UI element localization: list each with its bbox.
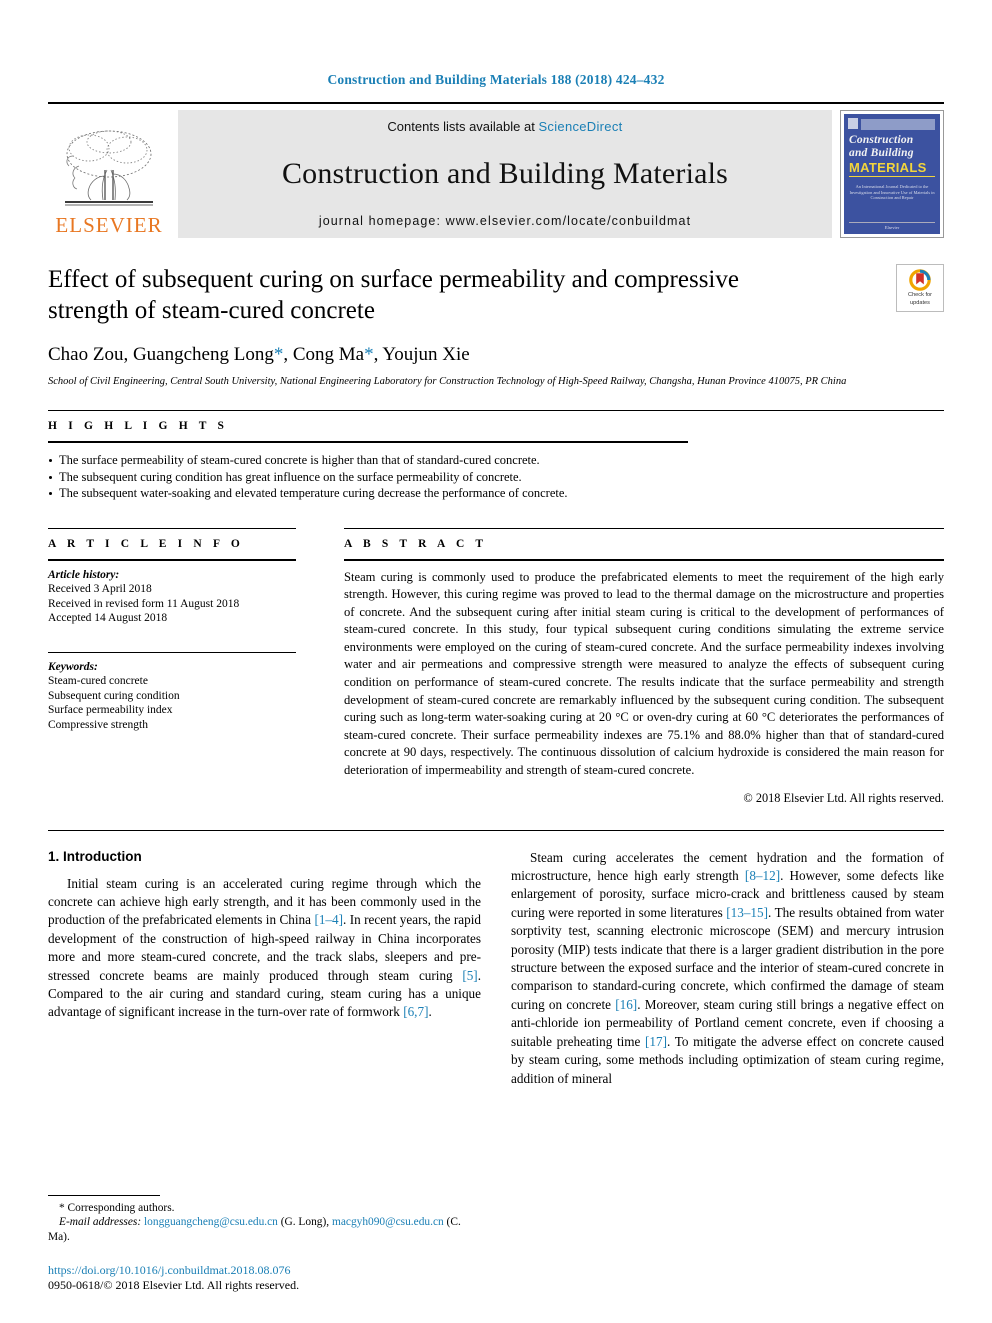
keywords-label: Keywords: bbox=[48, 660, 98, 673]
citation-ref[interactable]: [8–12] bbox=[745, 868, 780, 883]
article-info-column: A R T I C L E I N F O Article history: R… bbox=[48, 527, 296, 806]
cover-elsevier-mark-icon bbox=[848, 118, 858, 129]
body-column-left: 1. Introduction Initial steam curing is … bbox=[48, 849, 481, 1088]
journal-masthead: ELSEVIER Contents lists available at Sci… bbox=[48, 102, 944, 238]
citation-ref[interactable]: [17] bbox=[645, 1034, 667, 1049]
crossmark-icon bbox=[909, 269, 931, 291]
running-head: Construction and Building Materials 188 … bbox=[327, 72, 665, 87]
title-block: Effect of subsequent curing on surface p… bbox=[48, 264, 944, 388]
abstract-heading-rule bbox=[344, 558, 944, 561]
elsevier-logo: ELSEVIER bbox=[48, 110, 170, 238]
citation-ref[interactable]: [1–4] bbox=[314, 912, 343, 927]
footnote-block: * Corresponding authors. E-mail addresse… bbox=[48, 1194, 481, 1294]
corresponding-marker-1[interactable]: * bbox=[274, 344, 284, 365]
body-top-rule bbox=[48, 829, 944, 831]
abstract-top-rule bbox=[344, 527, 944, 529]
journal-homepage-line[interactable]: journal homepage: www.elsevier.com/locat… bbox=[319, 214, 691, 228]
abstract-text: Steam curing is commonly used to produce… bbox=[344, 569, 944, 778]
journal-band: Contents lists available at ScienceDirec… bbox=[178, 110, 832, 238]
footnote-rule bbox=[48, 1194, 160, 1196]
citation-ref[interactable]: [13–15] bbox=[726, 905, 768, 920]
citation-ref[interactable]: [6,7] bbox=[403, 1004, 428, 1019]
cover-title-line-3: MATERIALS bbox=[849, 160, 935, 177]
contents-prefix: Contents lists available at bbox=[387, 119, 539, 134]
crossmark-label-line1: Check for bbox=[908, 292, 932, 298]
sciencedirect-link[interactable]: ScienceDirect bbox=[538, 119, 622, 134]
email-owner-1: (G. Long), bbox=[277, 1216, 332, 1228]
journal-cover-thumbnail[interactable]: Construction and Building MATERIALS An I… bbox=[840, 110, 944, 238]
article-history-item: Received in revised form 11 August 2018 bbox=[48, 597, 240, 610]
highlights-list: The surface permeability of steam-cured … bbox=[48, 452, 944, 502]
author-list: Chao Zou, Guangcheng Long*, Cong Ma*, Yo… bbox=[48, 344, 944, 366]
article-history-block: Article history: Received 3 April 2018 R… bbox=[48, 568, 296, 626]
doi-link[interactable]: https://doi.org/10.1016/j.conbuildmat.20… bbox=[48, 1263, 481, 1278]
info-abstract-section: A R T I C L E I N F O Article history: R… bbox=[48, 527, 944, 806]
keyword-item: Steam-cured concrete bbox=[48, 675, 148, 687]
email-link-2[interactable]: macgyh090@csu.edu.cn bbox=[332, 1216, 444, 1228]
section-title-introduction: 1. Introduction bbox=[48, 848, 142, 864]
list-item: The subsequent curing condition has grea… bbox=[48, 469, 944, 486]
highlights-heading: H I G H L I G H T S bbox=[48, 420, 229, 432]
abstract-heading: A B S T R A C T bbox=[344, 537, 488, 550]
elsevier-wordmark: ELSEVIER bbox=[55, 213, 163, 237]
abstract-column: A B S T R A C T Steam curing is commonly… bbox=[344, 527, 944, 806]
crossmark-label-line2: updates bbox=[910, 300, 930, 306]
intro-text-4: . bbox=[428, 1004, 432, 1020]
keywords-rule bbox=[48, 651, 296, 653]
crossmark-badge[interactable]: Check for updates bbox=[896, 264, 944, 312]
journal-title: Construction and Building Materials bbox=[281, 157, 729, 190]
author-names-3: , Youjun Xie bbox=[373, 344, 470, 365]
abstract-copyright: © 2018 Elsevier Ltd. All rights reserved… bbox=[743, 790, 944, 805]
intro-paragraph-left: Initial steam curing is an accelerated c… bbox=[48, 875, 481, 1022]
keywords-block: Keywords: Steam-cured concrete Subsequen… bbox=[48, 660, 296, 733]
article-info-heading-rule bbox=[48, 558, 296, 561]
paper-page: Construction and Building Materials 188 … bbox=[0, 0, 992, 1323]
author-affiliation: School of Civil Engineering, Central Sou… bbox=[48, 376, 847, 387]
cover-footer: Elsevier bbox=[849, 222, 935, 230]
list-item: The surface permeability of steam-cured … bbox=[48, 452, 944, 469]
article-history-item: Received 3 April 2018 bbox=[48, 583, 152, 595]
keyword-item: Surface permeability index bbox=[48, 704, 173, 716]
email-label: E-mail addresses: bbox=[59, 1216, 142, 1228]
body-columns: 1. Introduction Initial steam curing is … bbox=[48, 849, 944, 1088]
corresponding-marker-2[interactable]: * bbox=[364, 344, 374, 365]
intro-paragraph-right: Steam curing accelerates the cement hydr… bbox=[511, 849, 944, 1088]
article-history-label: Article history: bbox=[48, 568, 120, 581]
list-item: The subsequent water-soaking and elevate… bbox=[48, 485, 944, 502]
highlights-heading-rule bbox=[48, 441, 688, 443]
journal-cover-art: Construction and Building MATERIALS An I… bbox=[844, 114, 940, 234]
article-info-heading: A R T I C L E I N F O bbox=[48, 537, 244, 550]
author-names-2: , Cong Ma bbox=[283, 344, 365, 365]
body-column-right: Steam curing accelerates the cement hydr… bbox=[511, 849, 944, 1088]
highlights-section: H I G H L I G H T S The surface permeabi… bbox=[48, 410, 944, 502]
email-link-1[interactable]: longguangcheng@csu.edu.cn bbox=[144, 1216, 278, 1228]
keyword-item: Subsequent curing condition bbox=[48, 689, 180, 702]
cover-subtitle: An International Journal Dedicated to th… bbox=[849, 184, 935, 200]
citation-ref[interactable]: [5] bbox=[462, 968, 477, 983]
author-names-1: Chao Zou, Guangcheng Long bbox=[48, 344, 274, 365]
citation-ref[interactable]: [16] bbox=[615, 997, 637, 1012]
issn-copyright-line: 0950-0618/© 2018 Elsevier Ltd. All right… bbox=[48, 1278, 300, 1292]
cover-title-line-2: and Building bbox=[849, 147, 914, 159]
article-history-item: Accepted 14 August 2018 bbox=[48, 612, 168, 624]
email-addresses-note: E-mail addresses: longguangcheng@csu.edu… bbox=[48, 1215, 481, 1244]
elsevier-tree-icon bbox=[65, 130, 153, 206]
page-title: Effect of subsequent curing on surface p… bbox=[48, 266, 739, 324]
intro-right-text-3: . The results obtained from water sorpti… bbox=[511, 904, 944, 1012]
highlights-top-rule bbox=[48, 410, 944, 411]
cover-top-bar bbox=[861, 119, 935, 130]
keyword-item: Compressive strength bbox=[48, 718, 148, 731]
article-info-top-rule bbox=[48, 527, 296, 529]
corresponding-authors-note: * Corresponding authors. bbox=[59, 1201, 175, 1214]
contents-lists-line: Contents lists available at ScienceDirec… bbox=[387, 119, 622, 134]
doi-block: https://doi.org/10.1016/j.conbuildmat.20… bbox=[48, 1263, 481, 1293]
cover-title-line-1: Construction bbox=[849, 134, 914, 146]
